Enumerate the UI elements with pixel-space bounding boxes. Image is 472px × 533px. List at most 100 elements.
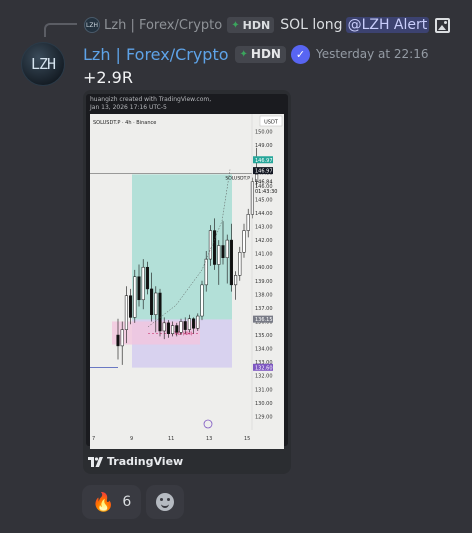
candle (133, 276, 137, 318)
price-tick-label: 139.00 (255, 279, 273, 285)
price-tick-label: 137.00 (255, 306, 273, 312)
image-attachment[interactable]: huangizh created with TradingView.com, J… (83, 90, 291, 474)
time-tick-label: 9 (130, 436, 133, 442)
price-tick-label: 138.00 (255, 292, 273, 298)
price-tick-label: 132.00 (255, 374, 273, 380)
price-tick-label: 142.00 (255, 238, 273, 244)
candle (179, 321, 183, 333)
profit-zone (132, 174, 232, 320)
price-tick-label: 129.00 (255, 414, 273, 420)
price-tag-label: 136.15 (255, 317, 273, 323)
candle (154, 292, 158, 315)
price-tick-label: 145.00 (255, 197, 273, 203)
author-username[interactable]: Lzh | Forex/Crypto (83, 45, 229, 64)
message-header: Lzh | Forex/Crypto ✦ HDN ✓ Yesterday at 2… (83, 42, 429, 66)
price-tick-label: 140.00 (255, 265, 273, 271)
price-tick-label: 144.00 (255, 211, 273, 217)
fire-emoji-icon: 🔥 (92, 491, 115, 513)
symbol-line-label: SOLUSDT.P (225, 176, 250, 182)
reply-server-tag-label: HDN (242, 18, 271, 32)
candle (221, 245, 225, 258)
price-tick-label: 141.00 (255, 252, 273, 258)
candle (120, 329, 124, 347)
time-tick-label: 13 (206, 436, 212, 442)
candle (116, 334, 120, 347)
server-tag-icon: ✦ (231, 19, 240, 31)
price-tick-label: 134.00 (255, 347, 273, 353)
candle (145, 266, 149, 290)
price-tag-label: 146.97 (255, 158, 273, 164)
reply-avatar[interactable]: LZH (84, 17, 100, 33)
price-tag-label: 132.60 (255, 365, 273, 371)
chart-caption-line1: huangizh created with TradingView.com, (90, 96, 212, 103)
tradingview-logo-icon (88, 456, 103, 467)
message-timestamp[interactable]: Yesterday at 22:16 (316, 47, 429, 61)
candle (196, 315, 200, 329)
candle (158, 292, 162, 332)
price-tag-label: 146.84 (255, 180, 273, 186)
mention-chip[interactable]: @LZH Alert (345, 17, 430, 33)
candle (217, 245, 221, 265)
time-tick-label: 11 (168, 436, 174, 442)
author-server-tag[interactable]: ✦ HDN (234, 45, 286, 63)
candle (129, 295, 133, 318)
tradingview-label: TradingView (107, 455, 184, 468)
candle (141, 266, 145, 301)
candle (242, 230, 246, 253)
author-server-tag-label: HDN (250, 47, 281, 61)
candle (238, 252, 242, 276)
candle (213, 230, 217, 265)
candle (208, 230, 212, 260)
chart-title: SOLUSDT.P · 4h · Binance (93, 120, 156, 126)
chart-screenshot[interactable]: huangizh created with TradingView.com, J… (86, 94, 288, 449)
candle (229, 239, 233, 286)
chart-area: FVG (4H)150.00149.00148.00147.00146.0014… (90, 114, 284, 449)
add-reaction-icon (156, 493, 175, 511)
server-tag-icon: ✦ (239, 48, 248, 60)
image-icon (435, 17, 451, 33)
add-reaction-button[interactable] (146, 485, 185, 519)
candle (250, 181, 254, 215)
reply-username[interactable]: Lzh | Forex/Crypto (104, 18, 222, 33)
candle (192, 318, 196, 329)
currency-label: USDT (264, 120, 279, 126)
price-chart: FVG (4H)150.00149.00148.00147.00146.0014… (90, 114, 284, 449)
candle (246, 214, 250, 231)
candle (200, 284, 204, 317)
price-tag-label: 146.97 (255, 169, 273, 175)
candle (225, 239, 229, 258)
candle (171, 325, 175, 334)
price-tag-label: 01:43:30 (255, 189, 277, 195)
verified-check-icon: ✓ (290, 44, 310, 64)
reply-server-tag[interactable]: ✦ HDN (227, 17, 275, 33)
candle (166, 322, 170, 334)
chart-caption-line2: Jan 13, 2026 17:16 UTC-5 (90, 104, 167, 111)
reply-text[interactable]: SOL long (280, 17, 342, 33)
price-tick-label: 130.00 (255, 401, 273, 407)
author-avatar[interactable]: LZH (21, 42, 65, 86)
reaction-count: 6 (122, 494, 132, 510)
candle (162, 322, 166, 332)
reaction-fire[interactable]: 🔥 6 (82, 485, 142, 519)
candle (175, 325, 179, 333)
candle (187, 318, 191, 330)
candle (150, 288, 154, 315)
time-tick-label: 15 (244, 436, 250, 442)
tradingview-branding[interactable]: TradingView (88, 455, 183, 468)
message-content: +2.9R (83, 68, 133, 87)
price-tick-label: 143.00 (255, 225, 273, 231)
price-tick-label: 131.00 (255, 387, 273, 393)
reactions-row: 🔥 6 (82, 485, 189, 519)
price-tick-label: 150.00 (255, 130, 273, 136)
candle (124, 295, 128, 330)
candle (234, 275, 238, 286)
price-tick-label: 149.00 (255, 143, 273, 149)
reply-preview[interactable]: LZH Lzh | Forex/Crypto ✦ HDN SOL long @LZ… (84, 14, 451, 36)
candle (137, 276, 141, 301)
chart-caption: huangizh created with TradingView.com, J… (90, 96, 211, 112)
candle (204, 258, 208, 286)
candle (183, 321, 187, 330)
reply-connector (44, 23, 77, 37)
price-tick-label: 135.00 (255, 333, 273, 339)
time-tick-label: 7 (92, 436, 95, 442)
